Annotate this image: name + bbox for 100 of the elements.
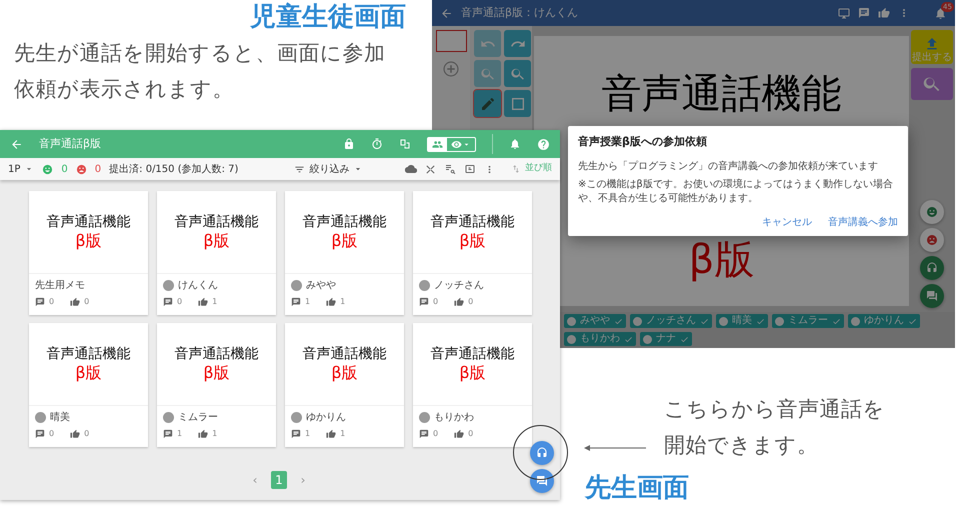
participant-chip[interactable]: ミムラー [772,314,844,328]
thumbs-up-icon [198,297,208,307]
document-search-icon[interactable] [444,163,456,175]
presentation-icon[interactable] [838,7,850,19]
card-heading: 音声通話機能 [46,212,130,231]
like-count: 1 [212,428,218,440]
timer-icon[interactable] [371,138,383,150]
rectangle-select-icon [510,96,526,112]
work-card[interactable]: 音声通話機能 β版 ノッチさん 0 0 [413,191,532,315]
window-icon[interactable] [464,163,476,175]
headset-button[interactable] [920,256,944,280]
canvas-subheading: β版 [688,238,754,282]
check-icon [700,316,709,326]
participant-chip[interactable]: みやや [564,314,626,328]
comment-count: 1 [305,296,310,308]
slide-thumbnail[interactable] [436,30,466,52]
help-icon[interactable] [537,138,550,150]
comment-icon [35,297,45,307]
like-count: 0 [468,296,474,308]
tool-button[interactable] [474,90,501,117]
card-subheading: β版 [331,230,358,252]
participant-chip[interactable]: もりかわ [564,332,636,346]
comment-icon [291,429,301,439]
section-title: 児童生徒画面 [250,3,406,32]
card-subheading: β版 [75,230,102,252]
sort-button[interactable]: 並び順 [511,162,552,176]
page-link[interactable]: › [295,471,311,489]
frown-icon [76,164,87,174]
page-select[interactable]: 1P [8,162,34,176]
work-card[interactable]: 音声通話機能 β版 もりかわ 0 0 [413,323,532,447]
pointer-arrow [584,444,646,452]
chat-icon [926,290,938,302]
highlight-circle [513,425,568,480]
page-link[interactable]: ‹ [247,471,263,489]
dialog-button[interactable]: キャンセル [762,214,812,230]
work-card[interactable]: 音声通話機能 β版 みやや 1 1 [285,191,404,315]
work-card[interactable]: 音声通話機能 β版 ゆかりん 1 1 [285,323,404,447]
sad-count: 0 [94,162,102,176]
card-subheading: β版 [459,362,486,384]
check-icon [832,316,841,326]
comment-count: 0 [49,296,54,308]
smile-button[interactable] [920,200,944,224]
cloud-icon[interactable] [405,163,417,175]
copy-icon[interactable] [399,138,411,150]
card-heading: 音声通話機能 [302,344,386,363]
work-card[interactable]: 音声通話機能 β版 けんくん 0 1 [157,191,276,315]
canvas-heading: 音声通話機能 [602,72,842,116]
participant-chip[interactable]: 晴美 [716,314,768,328]
dialog-message: 先生から「プログラミング」の音声講義への参加依頼が来ています [578,160,879,174]
people-icon [432,138,443,150]
headset-icon [536,447,548,459]
lock-icon[interactable] [343,138,355,150]
chat-button[interactable] [530,469,554,493]
card-heading: 音声通話機能 [46,344,130,363]
callout-text: 開始できます。 [664,432,820,459]
sort-icon [511,164,521,174]
check-icon [680,334,689,344]
comment-icon[interactable] [858,7,870,19]
tool-button[interactable] [504,30,531,57]
thumbs-up-icon [326,429,336,439]
work-card[interactable]: 音声通話機能 β版 先生用メモ 0 0 [29,191,148,315]
pencil-icon [480,96,496,112]
check-icon [908,316,917,326]
comment-count: 0 [49,428,54,440]
author-name: 先生用メモ [35,278,85,292]
card-heading: 音声通話機能 [430,212,514,231]
author-name: 晴美 [50,410,70,424]
submission-status: 提出済: 0/150 (参加人数: 7) [109,162,238,176]
participant-chip[interactable]: ノッチさん [630,314,712,328]
comment-count: 0 [433,428,438,440]
card-subheading: β版 [203,230,230,252]
tool-button[interactable] [504,60,531,87]
page-link[interactable]: 1 [271,471,287,489]
filter-menu[interactable]: 絞り込み [294,162,364,176]
thumbs-up-icon[interactable] [878,7,890,19]
frown-button[interactable] [920,228,944,252]
card-heading: 音声通話機能 [174,344,258,363]
search-person-button[interactable] [911,68,953,100]
view-toggle[interactable] [427,136,476,152]
work-card[interactable]: 音声通話機能 β版 ミムラー 1 1 [157,323,276,447]
comment-icon [163,429,173,439]
tool-button[interactable] [504,90,531,117]
work-card[interactable]: 音声通話機能 β版 晴美 0 0 [29,323,148,447]
add-slide-icon[interactable] [442,60,460,78]
screen-title: 音声通話β版 [39,136,102,152]
notification-icon[interactable] [509,138,521,150]
participant-chip[interactable]: ゆかりん [848,314,920,328]
back-arrow-icon[interactable] [10,138,23,150]
card-subheading: β版 [331,362,358,384]
back-arrow-icon[interactable] [440,6,453,20]
comment-icon [163,297,173,307]
thumbs-up-icon [70,297,80,307]
comment-count: 1 [177,428,182,440]
author-name: みやや [306,278,336,292]
participant-chip[interactable]: ナナ [640,332,692,346]
dialog-button[interactable]: 音声講義へ参加 [828,214,898,230]
card-subheading: β版 [203,362,230,384]
happy-count: 0 [61,162,68,176]
smile-icon [926,206,938,218]
cross-arrows-icon[interactable] [425,164,436,174]
